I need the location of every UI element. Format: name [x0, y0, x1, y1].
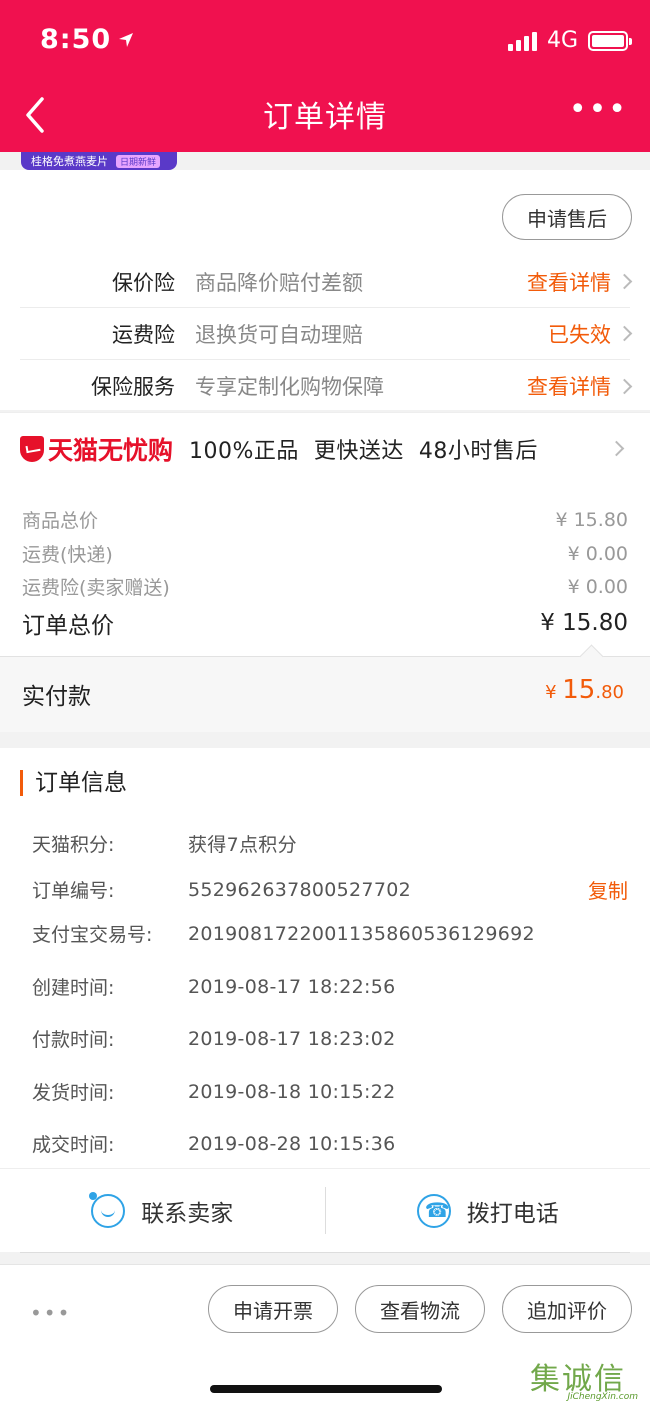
price-value: ¥ 0.00 — [567, 575, 628, 598]
view-logistics-button[interactable]: 查看物流 — [355, 1285, 485, 1333]
info-label: 支付宝交易号: — [32, 924, 153, 946]
chevron-right-icon — [616, 273, 633, 290]
info-value: 2019-08-18 10:15:22 — [188, 1080, 396, 1103]
paid-decimal: .80 — [595, 682, 624, 703]
info-row: 发货时间: 2019-08-18 10:15:22 — [32, 1078, 628, 1105]
shield-icon — [20, 435, 44, 462]
chat-icon — [89, 1191, 126, 1228]
request-invoice-button[interactable]: 申请开票 — [208, 1285, 338, 1333]
info-row: 支付宝交易号: 2019081722001135860536129692 — [32, 920, 628, 947]
order-number: 552962637800527702 — [188, 878, 411, 901]
info-value: 2019-08-17 18:22:56 — [188, 975, 396, 998]
info-label: 成交时间: — [32, 1134, 115, 1156]
battery-icon — [588, 30, 632, 51]
info-value: 2019-08-28 10:15:36 — [188, 1132, 396, 1155]
status-time: 8:50 — [40, 24, 135, 55]
phone-icon — [416, 1193, 451, 1228]
insurance-action[interactable]: 已失效 — [548, 319, 633, 349]
amount-paid-row: 实付款 ¥ 15.80 — [0, 656, 650, 732]
order-info-section: 订单信息 天猫积分: 获得7点积分 订单编号: 5529626378005277… — [0, 748, 650, 1168]
contact-seller-label: 联系卖家 — [141, 1200, 234, 1227]
insurance-action[interactable]: 查看详情 — [527, 267, 633, 297]
price-value: ¥ 0.00 — [567, 542, 628, 565]
apply-aftersale-button[interactable]: 申请售后 — [502, 194, 632, 240]
location-arrow-icon — [119, 32, 134, 47]
price-label: 订单总价 — [22, 613, 114, 639]
insurance-label: 保险服务 — [91, 375, 175, 399]
info-row: 订单编号: 552962637800527702 复制 — [32, 875, 628, 904]
info-row: 创建时间: 2019-08-17 18:22:56 — [32, 973, 628, 1000]
info-label: 创建时间: — [32, 977, 115, 999]
tmall-guarantee-banner[interactable]: 天猫无忧购 100%正品 更快送达 48小时售后 — [0, 412, 650, 484]
tmall-features: 100%正品 更快送达 48小时售后 — [189, 438, 538, 464]
paid-currency: ¥ — [545, 682, 557, 703]
paid-integer: 15 — [562, 675, 596, 705]
chevron-right-icon — [616, 378, 633, 394]
shipping-insurance-row: 运费险(卖家赠送) ¥ 0.00 — [22, 573, 628, 600]
info-value: 2019081722001135860536129692 — [188, 922, 535, 945]
insurance-desc: 专享定制化购物保障 — [195, 375, 384, 399]
price-label: 运费险(卖家赠送) — [22, 577, 170, 599]
chevron-right-icon — [608, 440, 625, 457]
contact-seller-button[interactable]: 联系卖家 — [0, 1169, 325, 1252]
call-phone-button[interactable]: 拨打电话 — [326, 1169, 650, 1252]
divider — [20, 1252, 630, 1253]
tmall-brand: 天猫无忧购 — [48, 435, 174, 465]
info-label: 付款时间: — [32, 1029, 115, 1051]
watermark-logo: 集诚信 JiChengXin.com — [530, 1354, 642, 1402]
info-row: 成交时间: 2019-08-28 10:15:36 — [32, 1130, 628, 1157]
insurance-desc: 商品降价赔付差额 — [195, 270, 363, 295]
price-label: 运费(快递) — [22, 544, 113, 566]
info-row: 天猫积分: 获得7点积分 — [32, 830, 628, 857]
chevron-right-icon — [616, 325, 633, 342]
copy-button[interactable]: 复制 — [588, 875, 628, 904]
sticker-text: 桂格免煮燕麦片 — [31, 155, 108, 168]
insurance-row-price-protection[interactable]: 保价险 商品降价赔付差额 查看详情 — [20, 256, 633, 308]
price-label: 商品总价 — [22, 510, 99, 532]
info-label: 订单编号: — [32, 880, 115, 902]
info-label: 发货时间: — [32, 1082, 115, 1104]
page-title: 订单详情 — [263, 100, 387, 135]
insurance-desc: 退换货可自动理赔 — [195, 322, 363, 347]
price-summary: 商品总价 ¥ 15.80 运费(快递) ¥ 0.00 运费险(卖家赠送) ¥ 0… — [0, 484, 650, 656]
network-type: 4G — [546, 28, 578, 53]
goods-total-row: 商品总价 ¥ 15.80 — [22, 506, 628, 533]
insurance-action-text: 已失效 — [548, 322, 611, 347]
call-phone-label: 拨打电话 — [466, 1200, 559, 1227]
info-row: 付款时间: 2019-08-17 18:23:02 — [32, 1025, 628, 1052]
status-indicators: 4G — [507, 28, 632, 53]
shipping-row: 运费(快递) ¥ 0.00 — [22, 540, 628, 567]
header-bar: 8:50 4G 订单详情 ••• — [0, 0, 650, 152]
info-value: 获得7点积分 — [188, 834, 297, 856]
home-indicator — [210, 1385, 442, 1393]
contact-bar: 联系卖家 拨打电话 — [0, 1168, 650, 1252]
info-value: 2019-08-17 18:23:02 — [188, 1027, 396, 1050]
insurance-row-service[interactable]: 保险服务 专享定制化购物保障 查看详情 — [20, 360, 633, 412]
insurance-action-text: 查看详情 — [527, 270, 611, 295]
insurance-action[interactable]: 查看详情 — [527, 371, 633, 401]
signal-icon — [507, 31, 537, 51]
info-label: 天猫积分: — [32, 834, 115, 856]
insurance-card: 申请售后 保价险 商品降价赔付差额 查看详情 运费险 退换货可自动理赔 已失效 … — [0, 170, 650, 410]
more-actions-icon[interactable]: ••• — [30, 1301, 71, 1325]
paid-label: 实付款 — [22, 684, 91, 710]
insurance-label: 保价险 — [112, 270, 175, 295]
order-total-row: 订单总价 ¥ 15.80 — [22, 606, 628, 640]
price-value: ¥ 15.80 — [555, 508, 628, 531]
add-review-button[interactable]: 追加评价 — [502, 1285, 632, 1333]
product-tag-sticker: 桂格免煮燕麦片 日期新鲜 — [21, 152, 177, 170]
more-menu-icon[interactable]: ••• — [569, 95, 628, 125]
sticker-badge: 日期新鲜 — [116, 154, 161, 168]
tmall-logo: 天猫无忧购 — [20, 431, 173, 467]
insurance-row-shipping[interactable]: 运费险 退换货可自动理赔 已失效 — [20, 308, 633, 360]
insurance-label: 运费险 — [112, 322, 175, 347]
section-title: 订单信息 — [20, 770, 127, 796]
insurance-action-text: 查看详情 — [527, 375, 611, 399]
paid-amount: ¥ 15.80 — [545, 675, 624, 705]
price-value: ¥ 15.80 — [540, 610, 628, 636]
status-time-text: 8:50 — [40, 24, 112, 55]
watermark-url: JiChengXin.com — [567, 1392, 638, 1402]
